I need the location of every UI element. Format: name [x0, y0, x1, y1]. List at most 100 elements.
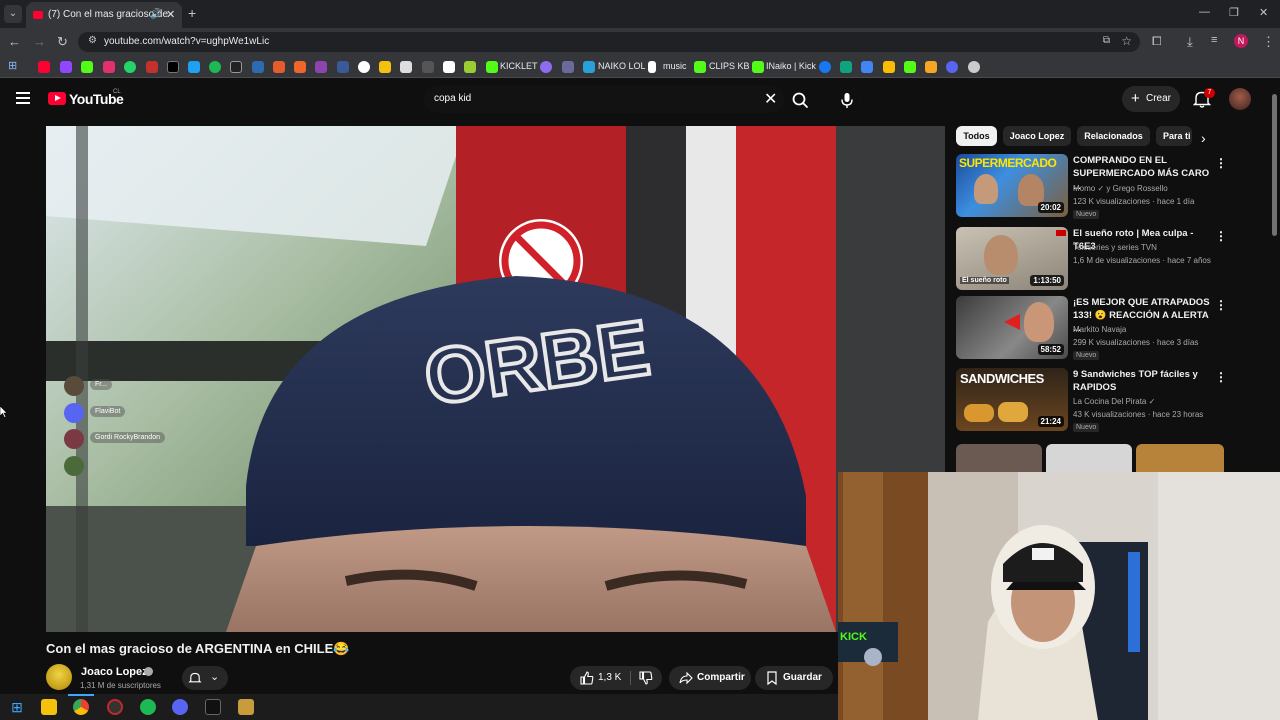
obs-icon[interactable] — [107, 699, 123, 715]
recommendation-item[interactable]: SANDWICHES 21:24 9 Sandwiches TOP fácile… — [956, 368, 1227, 434]
bookmark-naiko-kick[interactable]: INaiko | Kick — [766, 61, 816, 71]
spotify-icon[interactable] — [140, 699, 156, 715]
bookmark-naiko-lol[interactable]: NAIKO LOL — [598, 61, 646, 71]
menu-icon[interactable] — [16, 92, 30, 104]
url-text[interactable]: youtube.com/watch?v=ughpWe1wLic — [104, 36, 269, 47]
downloads-icon[interactable]: ⤓ — [1187, 34, 1193, 50]
save-button[interactable]: Guardar — [755, 666, 833, 690]
tab-search-button[interactable]: ⌄ — [4, 5, 22, 23]
bookmark-kicklet[interactable]: KICKLET — [500, 61, 538, 71]
search-icon[interactable] — [786, 87, 814, 115]
bookmark-discord-icon[interactable] — [946, 61, 958, 73]
bookmark-orange2-icon[interactable] — [294, 61, 306, 73]
bookmark-kick-icon[interactable] — [81, 61, 93, 73]
bookmark-kick2-icon[interactable] — [904, 61, 916, 73]
bookmark-gray-icon[interactable] — [422, 61, 434, 73]
channel-name[interactable]: Joaco Lopez — [81, 666, 148, 678]
close-tab-icon[interactable]: ✕ — [166, 2, 175, 28]
channel-name[interactable]: Teleseries y series TVN — [1073, 243, 1157, 252]
video-player[interactable]: ORBE Fr... FlaviBot Gordi RockyBrandon — [46, 126, 945, 632]
chip-joaco-lopez[interactable]: Joaco Lopez — [1003, 126, 1071, 146]
bookmark-facebook-icon[interactable] — [819, 61, 831, 73]
video-thumbnail[interactable]: SUPERMERCADO 20:02 — [956, 154, 1068, 217]
youtube-logo-icon[interactable] — [48, 92, 66, 105]
forward-button[interactable]: → — [33, 34, 46, 49]
search-query[interactable]: copa kid — [434, 93, 471, 104]
microphone-icon[interactable] — [834, 87, 860, 113]
video-thumbnail[interactable] — [956, 444, 1042, 472]
chrome-icon[interactable] — [73, 699, 89, 715]
video-thumbnail[interactable] — [1136, 444, 1224, 472]
bookmark-kicklet-icon[interactable] — [486, 61, 498, 73]
page-scrollbar[interactable] — [1272, 94, 1277, 236]
bookmark-yellow-icon[interactable] — [883, 61, 895, 73]
bookmark-globe-icon[interactable] — [358, 61, 370, 73]
clear-search-icon[interactable]: ✕ — [764, 89, 777, 109]
bookmark-whatsapp-icon[interactable] — [124, 61, 136, 73]
profile-avatar[interactable]: N — [1234, 34, 1248, 48]
bookmark-orange-icon[interactable] — [273, 61, 285, 73]
bookmark-sheets-icon[interactable] — [861, 61, 873, 73]
windows-start-icon[interactable]: ⊞ — [9, 699, 25, 715]
reload-button[interactable]: ↻ — [57, 34, 68, 50]
bookmark-music-icon[interactable] — [648, 61, 656, 73]
bookmark-naiko-kick-icon[interactable] — [752, 61, 764, 73]
bookmark-cat-icon[interactable] — [400, 61, 412, 73]
bookmark-search-icon[interactable] — [337, 61, 349, 73]
chevron-right-icon[interactable]: › — [1201, 130, 1206, 146]
bookmark-x-icon[interactable] — [167, 61, 179, 73]
bookmark-blue-icon[interactable] — [188, 61, 200, 73]
more-options-icon[interactable]: ⋮ — [1215, 156, 1227, 170]
bookmark-green-icon[interactable] — [464, 61, 476, 73]
discord-icon[interactable] — [172, 699, 188, 715]
bookmark-twitch-icon[interactable] — [60, 61, 72, 73]
bookmark-instagram-icon[interactable] — [103, 61, 115, 73]
subscription-bell-button[interactable]: ⌄ — [182, 666, 228, 690]
bookmark-u-icon[interactable] — [925, 61, 937, 73]
video-thumbnail[interactable]: 58:52 — [956, 296, 1068, 359]
create-button[interactable]: + Crear — [1122, 86, 1180, 112]
dislike-button[interactable] — [632, 666, 662, 690]
bookmark-violet-icon[interactable] — [540, 61, 552, 73]
close-window-button[interactable]: ✕ — [1259, 6, 1268, 19]
video-title[interactable]: 9 Sandwiches TOP fáciles y RAPIDOS — [1073, 368, 1211, 394]
bookmark-purple-icon[interactable] — [315, 61, 327, 73]
bookmark-shield2-icon[interactable] — [562, 61, 574, 73]
bookmark-diamond-icon[interactable] — [443, 61, 455, 73]
account-avatar[interactable] — [1229, 88, 1251, 110]
bookmark-shield-icon[interactable] — [252, 61, 264, 73]
bookmark-clips-kb[interactable]: CLIPS KB — [709, 61, 750, 71]
channel-name[interactable]: La Cocina Del Pirata ✓ — [1073, 397, 1155, 406]
browser-menu-icon[interactable]: ⋮ — [1262, 34, 1275, 50]
new-tab-button[interactable]: + — [188, 5, 196, 21]
league-icon[interactable] — [238, 699, 254, 715]
recommendation-item[interactable]: 58:52 ¡ES MEJOR QUE ATRAPADOS 133! 😮 REA… — [956, 296, 1227, 362]
bookmark-chatgpt-icon[interactable] — [840, 61, 852, 73]
file-explorer-icon[interactable] — [41, 699, 57, 715]
video-thumbnail[interactable]: SANDWICHES 21:24 — [956, 368, 1068, 431]
chip-relacionados[interactable]: Relacionados — [1077, 126, 1150, 146]
speaker-icon[interactable]: 🔊 — [150, 2, 162, 28]
bookmark-star-icon[interactable]: ☆ — [1121, 34, 1132, 48]
more-options-icon[interactable]: ⋮ — [1215, 298, 1227, 312]
bookmark-red-icon[interactable] — [146, 61, 158, 73]
bookmark-folder-icon[interactable] — [379, 61, 391, 73]
video-thumbnail[interactable]: El sueño roto 1:13:50 — [956, 227, 1068, 290]
chip-todos[interactable]: Todos — [956, 126, 997, 146]
bookmark-music[interactable]: music — [663, 61, 687, 71]
like-button[interactable]: 1,3 K — [570, 666, 628, 690]
search-input[interactable]: copa kid ✕ — [424, 85, 784, 113]
share-button[interactable]: Compartir — [669, 666, 751, 690]
video-thumbnail[interactable] — [1046, 444, 1132, 472]
bookmark-youtube-icon[interactable] — [38, 61, 50, 73]
valorant-icon[interactable] — [205, 699, 221, 715]
recommendation-item[interactable]: SUPERMERCADO 20:02 COMPRANDO EN EL SUPER… — [956, 154, 1227, 220]
bookmark-naiko-icon[interactable] — [583, 61, 595, 73]
more-options-icon[interactable]: ⋮ — [1215, 229, 1227, 243]
bookmark-clips-icon[interactable] — [694, 61, 706, 73]
bookmark-s-icon[interactable] — [230, 61, 242, 73]
recommendation-item[interactable]: El sueño roto 1:13:50 El sueño roto | Me… — [956, 227, 1227, 293]
extensions-icon[interactable]: ⧠ — [1152, 34, 1162, 49]
site-info-icon[interactable]: ⚙ — [88, 35, 97, 46]
channel-avatar[interactable] — [46, 664, 72, 690]
